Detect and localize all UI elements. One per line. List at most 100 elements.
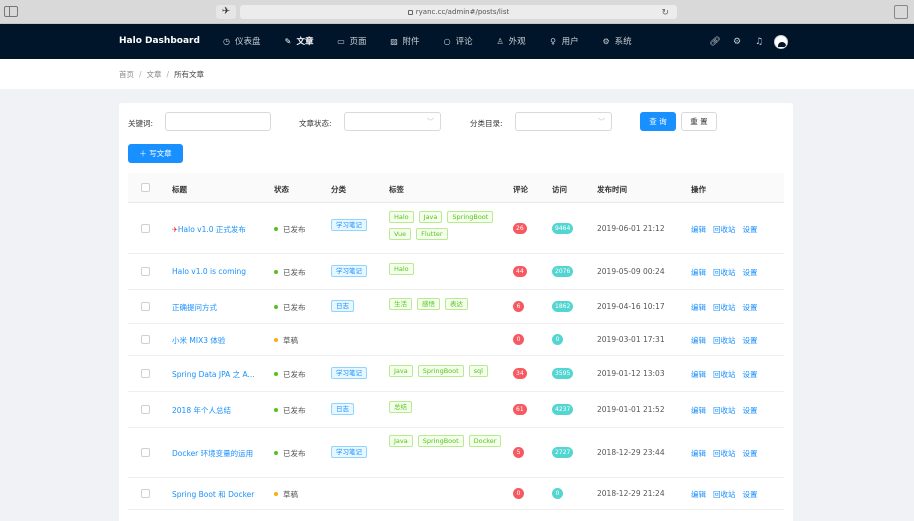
- category-tag[interactable]: 学习笔记: [331, 265, 367, 277]
- edit-link[interactable]: 编辑: [691, 406, 706, 415]
- nav-item-0[interactable]: ◷ 仪表盘: [222, 24, 270, 59]
- post-title-link[interactable]: 正确提问方式: [172, 303, 217, 312]
- post-title-link[interactable]: Halo v1.0 is coming: [172, 267, 246, 276]
- trash-link[interactable]: 回收站: [713, 490, 736, 499]
- trash-link[interactable]: 回收站: [713, 336, 736, 345]
- settings-link[interactable]: 设置: [743, 406, 758, 415]
- post-title-link[interactable]: Halo v1.0 正式发布: [178, 225, 246, 234]
- keyword-input[interactable]: [165, 112, 271, 131]
- write-post-button[interactable]: ＋ 写文章: [128, 144, 183, 163]
- header-comments: 评论: [513, 185, 528, 194]
- trash-link[interactable]: 回收站: [713, 406, 736, 415]
- settings-link[interactable]: 设置: [743, 370, 758, 379]
- row-checkbox[interactable]: [141, 267, 150, 276]
- bell-icon[interactable]: ♫: [748, 37, 770, 47]
- status-cell: 草稿: [274, 335, 298, 346]
- category-tag[interactable]: 日志: [331, 403, 354, 415]
- row-checkbox[interactable]: [141, 335, 150, 344]
- comments-badge: 26: [513, 223, 527, 234]
- tabs-overview-icon[interactable]: [894, 5, 908, 19]
- edit-link[interactable]: 编辑: [691, 268, 706, 277]
- post-tag[interactable]: 总结: [389, 401, 412, 413]
- site-favicon-icon: ✈: [216, 5, 236, 19]
- breadcrumb-home[interactable]: 首页: [119, 70, 134, 79]
- settings-link[interactable]: 设置: [743, 268, 758, 277]
- avatar[interactable]: [774, 34, 788, 49]
- category-tag[interactable]: 日志: [331, 300, 354, 312]
- row-checkbox[interactable]: [141, 302, 150, 311]
- post-tag[interactable]: SpringBoot: [447, 211, 494, 223]
- nav-item-6[interactable]: ♀ 用户: [549, 24, 588, 59]
- post-tag[interactable]: Vue: [389, 228, 412, 240]
- post-title-link[interactable]: 2018 年个人总结: [172, 406, 231, 415]
- post-tag[interactable]: sql: [468, 365, 488, 377]
- post-tag[interactable]: Java: [389, 435, 413, 447]
- app-logo[interactable]: Halo Dashboard: [119, 36, 200, 46]
- edit-link[interactable]: 编辑: [691, 303, 706, 312]
- trash-link[interactable]: 回收站: [713, 449, 736, 458]
- reset-button[interactable]: 重 置: [681, 112, 717, 131]
- post-tag[interactable]: Docker: [468, 435, 502, 447]
- post-tag[interactable]: Java: [418, 211, 443, 223]
- category-tag[interactable]: 学习笔记: [331, 446, 367, 458]
- status-cell: 已发布: [274, 369, 306, 380]
- trash-link[interactable]: 回收站: [713, 370, 736, 379]
- post-tag[interactable]: SpringBoot: [417, 435, 464, 447]
- user-icon: ♀: [550, 37, 557, 46]
- post-title-link[interactable]: Docker 环境变量的运用: [172, 449, 253, 458]
- settings-link[interactable]: 设置: [743, 225, 758, 234]
- settings-link[interactable]: 设置: [743, 336, 758, 345]
- category-tag[interactable]: 学习笔记: [331, 219, 367, 231]
- breadcrumb-posts[interactable]: 文章: [147, 70, 162, 79]
- select-all-checkbox[interactable]: [141, 183, 150, 192]
- query-button[interactable]: 查 询: [640, 112, 676, 131]
- post-tag[interactable]: Flutter: [416, 228, 448, 240]
- nav-item-3[interactable]: ▨ 附件: [390, 24, 429, 59]
- edit-link[interactable]: 编辑: [691, 336, 706, 345]
- row-checkbox[interactable]: [141, 448, 150, 457]
- settings-link[interactable]: 设置: [743, 449, 758, 458]
- edit-link[interactable]: 编辑: [691, 370, 706, 379]
- nav-item-4[interactable]: ○ 评论: [443, 24, 482, 59]
- plus-icon: ＋: [139, 149, 147, 158]
- reload-icon[interactable]: ↻: [661, 6, 669, 20]
- sidebar-toggle-icon[interactable]: [4, 6, 18, 17]
- post-title-link[interactable]: 小米 MIX3 体验: [172, 336, 225, 345]
- status-cell: 已发布: [274, 405, 306, 416]
- post-tag[interactable]: Halo: [389, 263, 414, 275]
- post-title-cell: Halo v1.0 is coming: [172, 267, 246, 276]
- post-title-link[interactable]: Spring Data JPA 之 A...: [172, 370, 255, 379]
- trash-link[interactable]: 回收站: [713, 225, 736, 234]
- category-tag[interactable]: 学习笔记: [331, 367, 367, 379]
- category-select[interactable]: ﹀: [515, 112, 612, 131]
- edit-link[interactable]: 编辑: [691, 225, 706, 234]
- post-tag[interactable]: Halo: [389, 211, 414, 223]
- publish-time: 2019-06-01 21:12: [597, 224, 665, 233]
- nav-item-2[interactable]: ▭ 页面: [337, 24, 376, 59]
- settings-icon[interactable]: ⚙: [726, 37, 748, 47]
- post-tag[interactable]: 感悟: [417, 298, 440, 310]
- settings-link[interactable]: 设置: [743, 303, 758, 312]
- post-tag[interactable]: 表达: [445, 298, 468, 310]
- post-tag[interactable]: 生活: [389, 298, 412, 310]
- post-tag[interactable]: SpringBoot: [417, 365, 464, 377]
- edit-link[interactable]: 编辑: [691, 449, 706, 458]
- link-icon[interactable]: 🔗︎: [704, 37, 726, 47]
- settings-link[interactable]: 设置: [743, 490, 758, 499]
- trash-link[interactable]: 回收站: [713, 268, 736, 277]
- nav-item-5[interactable]: ♙ 外观: [496, 24, 535, 59]
- nav-item-1[interactable]: ✎ 文章: [284, 24, 323, 59]
- nav-item-7[interactable]: ⚙ 系统: [602, 24, 641, 59]
- post-tag[interactable]: Java: [389, 365, 413, 377]
- row-checkbox[interactable]: [141, 369, 150, 378]
- status-dot: [274, 492, 278, 496]
- post-title-link[interactable]: Spring Boot 和 Docker: [172, 490, 254, 499]
- post-title-cell: 正确提问方式: [172, 302, 217, 313]
- address-bar[interactable]: ryanc.cc/admin#/posts/list ↻: [240, 5, 677, 19]
- status-select[interactable]: ﹀: [344, 112, 441, 131]
- edit-link[interactable]: 编辑: [691, 490, 706, 499]
- row-checkbox[interactable]: [141, 489, 150, 498]
- row-checkbox[interactable]: [141, 224, 150, 233]
- trash-link[interactable]: 回收站: [713, 303, 736, 312]
- row-checkbox[interactable]: [141, 405, 150, 414]
